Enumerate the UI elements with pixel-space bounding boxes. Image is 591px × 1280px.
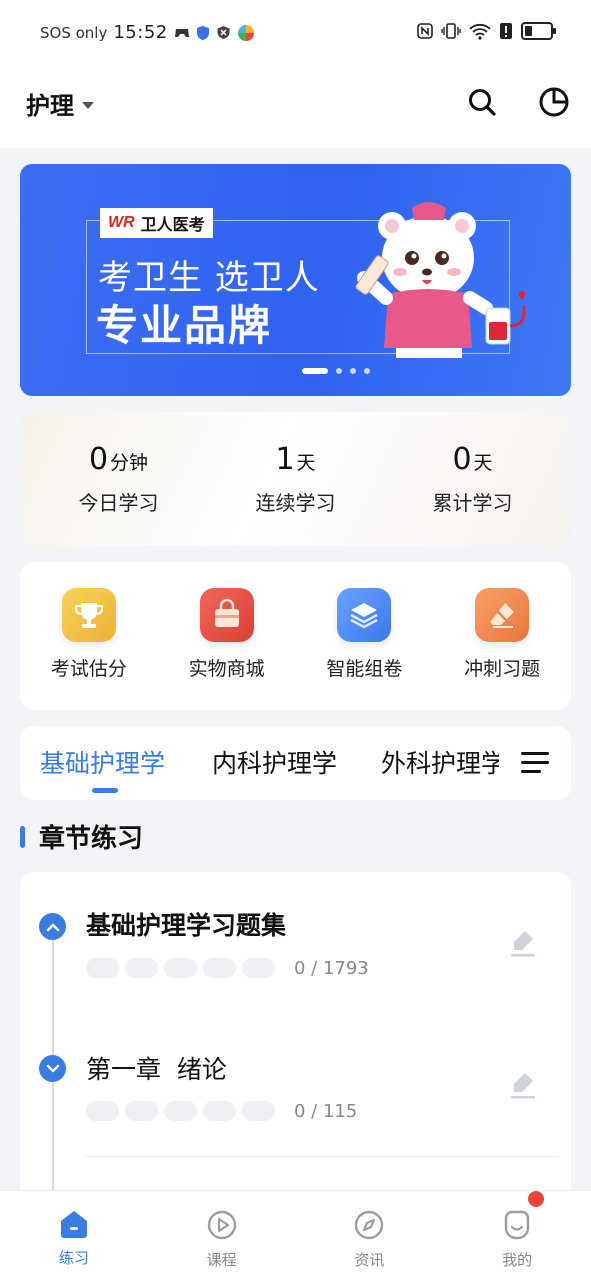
shield-icon	[196, 25, 209, 40]
active-tab-indicator	[92, 788, 118, 793]
nav-label: 我的	[502, 1251, 533, 1269]
chapter-title: 基础护理学习题集	[86, 911, 287, 940]
pagination-dot[interactable]	[363, 368, 370, 374]
section-accent-bar	[20, 825, 25, 848]
stat-label: 累计学习	[432, 491, 513, 515]
play-circle-icon	[207, 1210, 236, 1240]
eraser-icon	[475, 588, 530, 642]
tab-internal-nursing[interactable]: 内科护理学	[212, 744, 337, 780]
exam-estimate-button[interactable]: 考试估分	[29, 588, 149, 681]
promo-banner[interactable]: WR 卫人医考 考卫生 选卫人 专业品牌	[20, 164, 571, 396]
subject-selector[interactable]: 护理	[26, 86, 94, 121]
sos-only-label: SOS only	[40, 23, 108, 42]
smiley-icon	[504, 1210, 530, 1240]
quick-entry-label: 智能组卷	[326, 658, 403, 680]
nav-label: 练习	[58, 1249, 89, 1267]
stat-unit: 天	[473, 452, 493, 474]
bottom-navigation: 练习 课程 资讯 我的	[0, 1190, 591, 1280]
nav-practice[interactable]: 练习	[0, 1191, 148, 1280]
chapter-progress: 0 / 115	[294, 1101, 358, 1122]
pie-chart-icon	[539, 87, 569, 117]
quick-entry-label: 冲刺习题	[464, 658, 541, 680]
bear-nurse-mascot-icon	[355, 202, 526, 358]
stat-today: 0 分钟 今日学习	[34, 442, 204, 516]
shopping-bag-icon	[199, 588, 254, 642]
pencil-icon	[511, 1073, 535, 1099]
stat-unit: 天	[296, 452, 316, 474]
battery-icon	[521, 22, 556, 40]
compass-icon	[355, 1210, 384, 1240]
security-icon	[217, 26, 230, 39]
quick-entry-grid: 考试估分 实物商城 智能组卷 冲刺习题	[20, 562, 571, 710]
chapter-list: 基础护理学习题集 0 / 1793 第一章 绪论 0 / 115	[20, 872, 571, 1202]
search-icon	[469, 89, 496, 116]
tab-basic-nursing[interactable]: 基础护理学	[40, 744, 165, 780]
nav-label: 课程	[206, 1251, 237, 1269]
color-wheel-icon	[237, 24, 254, 41]
progress-pills	[86, 958, 275, 978]
clock: 15:52	[113, 22, 168, 43]
banner-headline: 专业品牌	[96, 301, 273, 350]
study-stats-card: 0 分钟 今日学习 1天 连续学习 0天 累计学习	[20, 412, 571, 546]
stat-value: 0	[452, 442, 472, 477]
banner-pagination	[20, 368, 571, 374]
brand-mark: WR	[108, 214, 135, 231]
pencil-icon	[511, 931, 535, 957]
chevron-down-icon	[46, 1064, 59, 1072]
statistics-button[interactable]	[536, 84, 572, 120]
quick-entry-label: 考试估分	[50, 658, 127, 680]
tab-surgical-nursing[interactable]: 外科护理学	[381, 744, 506, 780]
stat-total: 0天 累计学习	[388, 442, 558, 516]
wifi-icon	[469, 23, 491, 40]
nfc-icon	[417, 23, 433, 39]
progress-pills	[86, 1101, 275, 1121]
smart-paper-button[interactable]: 智能组卷	[304, 588, 424, 681]
pagination-dot[interactable]	[335, 368, 342, 374]
collapse-toggle[interactable]	[39, 913, 66, 940]
section-title: 章节练习	[39, 824, 144, 854]
sprint-exercise-button[interactable]: 冲刺习题	[442, 588, 562, 681]
store-button[interactable]: 实物商城	[167, 588, 287, 681]
nav-courses[interactable]: 课程	[148, 1191, 296, 1280]
stat-unit: 分钟	[110, 452, 149, 474]
search-button[interactable]	[464, 84, 500, 120]
layers-icon	[337, 588, 392, 642]
menu-icon	[521, 752, 549, 773]
top-header: 护理	[0, 66, 591, 148]
subject-label: 护理	[26, 92, 74, 120]
game-icon	[174, 28, 189, 37]
status-bar: SOS only 15:52	[0, 0, 591, 66]
practice-button[interactable]	[508, 1070, 538, 1100]
brand-name: 卫人医考	[140, 215, 205, 234]
pagination-dot[interactable]	[301, 368, 328, 374]
alert-icon	[500, 23, 512, 39]
notification-badge	[528, 1191, 545, 1207]
vibrate-icon	[441, 23, 461, 39]
pagination-dot[interactable]	[349, 368, 356, 374]
chapter-progress: 0 / 1793	[294, 958, 369, 979]
section-header: 章节练习	[20, 818, 143, 855]
chapter-title: 第一章 绪论	[86, 1055, 227, 1084]
stat-value: 0	[88, 442, 109, 477]
stat-value: 1	[275, 442, 295, 477]
home-icon	[60, 1211, 87, 1238]
quick-entry-label: 实物商城	[188, 658, 265, 680]
brand-logo: WR 卫人医考	[100, 208, 213, 238]
stat-streak: 1天 连续学习	[211, 442, 381, 516]
expand-toggle[interactable]	[39, 1055, 66, 1082]
nav-label: 资讯	[354, 1251, 385, 1269]
chevron-up-icon	[46, 923, 59, 931]
stat-label: 今日学习	[78, 491, 159, 515]
nav-news[interactable]: 资讯	[296, 1191, 444, 1280]
chevron-down-icon	[82, 102, 94, 109]
subject-tabs: 基础护理学 内科护理学 外科护理学	[20, 726, 571, 800]
divider	[86, 1156, 558, 1157]
trophy-icon	[61, 588, 116, 642]
stat-label: 连续学习	[255, 491, 336, 515]
tab-menu-button[interactable]	[499, 726, 571, 800]
nav-profile[interactable]: 我的	[443, 1191, 591, 1280]
practice-button[interactable]	[508, 928, 538, 958]
